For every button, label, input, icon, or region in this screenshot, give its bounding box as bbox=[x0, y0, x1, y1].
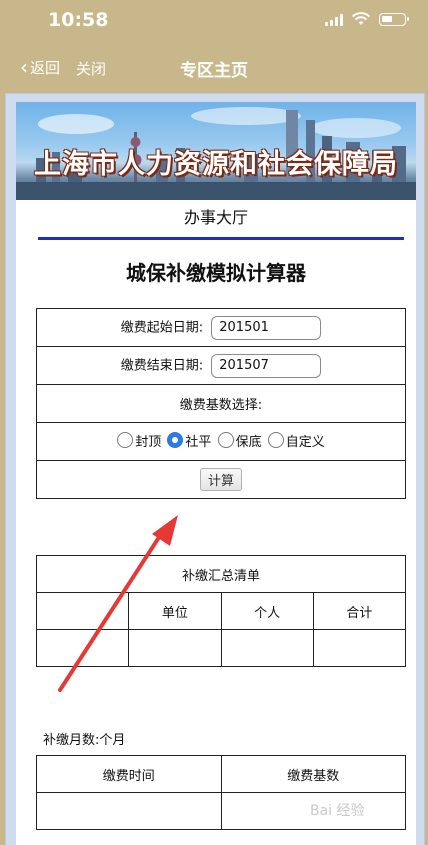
annotation-arrow bbox=[58, 515, 178, 692]
watermark: Bai 经验 bbox=[310, 803, 365, 819]
